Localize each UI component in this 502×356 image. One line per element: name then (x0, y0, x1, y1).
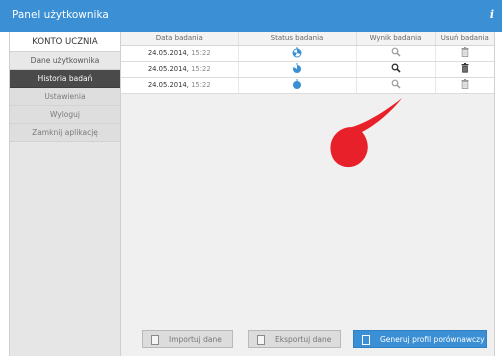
trash-icon[interactable] (461, 79, 469, 90)
trash-icon[interactable] (461, 47, 469, 58)
column-header-result: Wynik badania (356, 32, 436, 46)
date-cell: 24.05.2014, 15:22 (121, 77, 239, 94)
import-icon (151, 335, 159, 345)
import-data-button[interactable]: Importuj dane (142, 330, 233, 348)
sidebar-item-user-data[interactable]: Dane użytkownika (10, 52, 120, 70)
date-value: 24.05.2014, (147, 65, 189, 73)
export-data-button[interactable]: Eksportuj dane (248, 330, 341, 348)
status-cell (238, 45, 357, 62)
sidebar-item-history[interactable]: Historia badań (10, 70, 120, 88)
status-mostly-icon (293, 62, 301, 73)
generate-profile-button[interactable]: Generuj profil porównawczy (353, 330, 487, 348)
result-cell[interactable] (356, 61, 436, 78)
date-value: 24.05.2014, (147, 81, 189, 89)
sidebar-header: KONTO UCZNIA (10, 32, 120, 52)
time-value: 15:22 (191, 81, 211, 89)
export-label: Eksportuj dane (275, 335, 332, 344)
history-table: Data badania Status badania Wynik badani… (121, 32, 494, 94)
column-header-date: Data badania (121, 32, 239, 46)
status-cell (238, 61, 357, 78)
generate-label: Generuj profil porównawczy (380, 335, 485, 344)
column-header-delete: Usuń badania (435, 32, 494, 46)
delete-cell[interactable] (435, 45, 494, 62)
main-content: Data badania Status badania Wynik badani… (121, 32, 495, 356)
sidebar-item-settings[interactable]: Ustawienia (10, 88, 120, 106)
magnifier-icon[interactable] (391, 47, 401, 57)
window-title: Panel użytkownika (12, 9, 109, 21)
column-header-status: Status badania (238, 32, 357, 46)
export-icon (257, 335, 265, 345)
delete-cell[interactable] (435, 61, 494, 78)
sidebar-item-logout[interactable]: Wyloguj (10, 106, 120, 124)
date-cell: 24.05.2014, 15:22 (121, 61, 239, 78)
table-row: 24.05.2014, 15:22 (121, 61, 494, 78)
status-cell (238, 77, 357, 94)
time-value: 15:22 (191, 49, 211, 57)
table-header-row: Data badania Status badania Wynik badani… (121, 32, 494, 46)
trash-icon[interactable] (461, 63, 469, 73)
status-complete-icon (293, 78, 301, 89)
title-bar: Panel użytkownika i (0, 0, 502, 32)
result-cell[interactable] (356, 77, 436, 94)
result-cell[interactable] (356, 45, 436, 62)
chart-icon (362, 335, 370, 345)
sidebar-item-close-app[interactable]: Zamknij aplikację (10, 124, 120, 142)
import-label: Importuj dane (169, 335, 222, 344)
magnifier-icon[interactable] (391, 63, 401, 73)
sidebar: KONTO UCZNIA Dane użytkownika Historia b… (9, 32, 121, 356)
info-icon[interactable]: i (490, 8, 494, 21)
delete-cell[interactable] (435, 77, 494, 94)
status-partial-icon (292, 46, 302, 57)
time-value: 15:22 (191, 65, 211, 73)
date-value: 24.05.2014, (147, 49, 189, 57)
table-row: 24.05.2014, 15:22 (121, 45, 494, 62)
magnifier-icon[interactable] (391, 79, 401, 89)
table-row: 24.05.2014, 15:22 (121, 77, 494, 94)
date-cell: 24.05.2014, 15:22 (121, 45, 239, 62)
